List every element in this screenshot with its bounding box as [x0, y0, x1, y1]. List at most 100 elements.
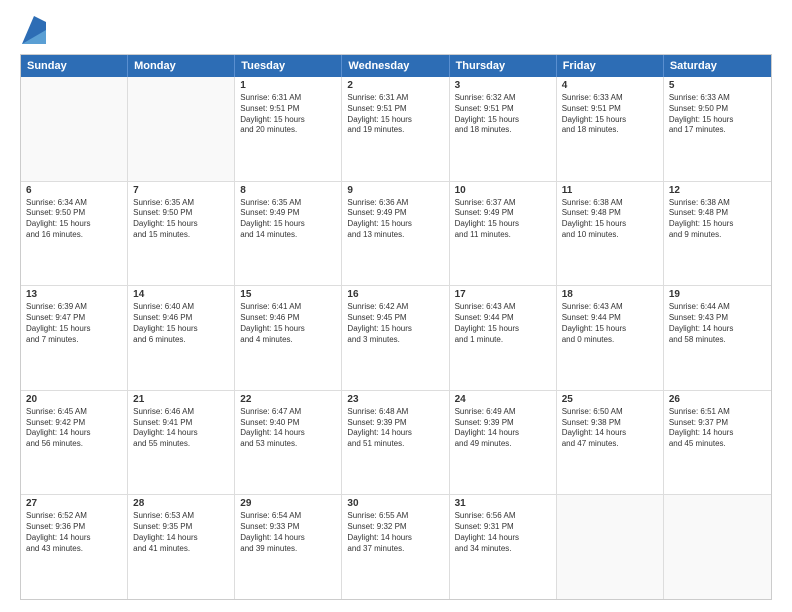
cell-info: Sunrise: 6:47 AM Sunset: 9:40 PM Dayligh… — [240, 407, 336, 450]
day-number: 23 — [347, 394, 443, 405]
calendar-cell-9: 9 Sunrise: 6:36 AM Sunset: 9:49 PM Daylig… — [342, 182, 449, 286]
day-number: 29 — [240, 498, 336, 509]
calendar-row-1: 1 Sunrise: 6:31 AM Sunset: 9:51 PM Daylig… — [21, 77, 771, 182]
day-number: 5 — [669, 80, 766, 91]
calendar-body: 1 Sunrise: 6:31 AM Sunset: 9:51 PM Daylig… — [21, 77, 771, 599]
calendar-cell-7: 7 Sunrise: 6:35 AM Sunset: 9:50 PM Daylig… — [128, 182, 235, 286]
day-number: 6 — [26, 185, 122, 196]
header-day-sunday: Sunday — [21, 55, 128, 77]
header — [20, 16, 772, 44]
cell-info: Sunrise: 6:46 AM Sunset: 9:41 PM Dayligh… — [133, 407, 229, 450]
cell-info: Sunrise: 6:48 AM Sunset: 9:39 PM Dayligh… — [347, 407, 443, 450]
calendar-row-3: 13 Sunrise: 6:39 AM Sunset: 9:47 PM Dayli… — [21, 286, 771, 391]
calendar-cell-20: 20Sunrise: 6:45 AM Sunset: 9:42 PM Dayli… — [21, 391, 128, 495]
calendar-cell-29: 29 Sunrise: 6:54 AM Sunset: 9:33 PM Dayli… — [235, 495, 342, 599]
day-number: 25 — [562, 394, 658, 405]
day-number: 10 — [455, 185, 551, 196]
cell-info: Sunrise: 6:52 AM Sunset: 9:36 PM Dayligh… — [26, 511, 122, 554]
calendar-header: SundayMondayTuesdayWednesdayThursdayFrid… — [21, 55, 771, 77]
calendar-cell-24: 24 Sunrise: 6:49 AM Sunset: 9:39 PM Dayli… — [450, 391, 557, 495]
calendar-cell-14: 14 Sunrise: 6:40 AM Sunset: 9:46 PM Dayli… — [128, 286, 235, 390]
cell-info: Sunrise: 6:49 AM Sunset: 9:39 PM Dayligh… — [455, 407, 551, 450]
day-number: 24 — [455, 394, 551, 405]
day-number: 3 — [455, 80, 551, 91]
cell-info: Sunrise: 6:42 AM Sunset: 9:45 PM Dayligh… — [347, 302, 443, 345]
calendar-cell-5: 5Sunrise: 6:33 AM Sunset: 9:50 PM Daylig… — [664, 77, 771, 181]
cell-info: Sunrise: 6:34 AM Sunset: 9:50 PM Dayligh… — [26, 198, 122, 241]
day-number: 7 — [133, 185, 229, 196]
cell-info: Sunrise: 6:31 AM Sunset: 9:51 PM Dayligh… — [347, 93, 443, 136]
calendar-row-4: 20Sunrise: 6:45 AM Sunset: 9:42 PM Dayli… — [21, 391, 771, 496]
cell-info: Sunrise: 6:39 AM Sunset: 9:47 PM Dayligh… — [26, 302, 122, 345]
cell-info: Sunrise: 6:35 AM Sunset: 9:50 PM Dayligh… — [133, 198, 229, 241]
day-number: 20 — [26, 394, 122, 405]
day-number: 12 — [669, 185, 766, 196]
cell-info: Sunrise: 6:35 AM Sunset: 9:49 PM Dayligh… — [240, 198, 336, 241]
calendar-cell-18: 18 Sunrise: 6:43 AM Sunset: 9:44 PM Dayli… — [557, 286, 664, 390]
cell-info: Sunrise: 6:51 AM Sunset: 9:37 PM Dayligh… — [669, 407, 766, 450]
day-number: 27 — [26, 498, 122, 509]
day-number: 15 — [240, 289, 336, 300]
day-number: 13 — [26, 289, 122, 300]
day-number: 21 — [133, 394, 229, 405]
day-number: 9 — [347, 185, 443, 196]
cell-info: Sunrise: 6:38 AM Sunset: 9:48 PM Dayligh… — [669, 198, 766, 241]
day-number: 26 — [669, 394, 766, 405]
cell-info: Sunrise: 6:43 AM Sunset: 9:44 PM Dayligh… — [562, 302, 658, 345]
calendar-cell-19: 19Sunrise: 6:44 AM Sunset: 9:43 PM Dayli… — [664, 286, 771, 390]
cell-info: Sunrise: 6:36 AM Sunset: 9:49 PM Dayligh… — [347, 198, 443, 241]
calendar-cell-11: 11Sunrise: 6:38 AM Sunset: 9:48 PM Dayli… — [557, 182, 664, 286]
calendar-cell-22: 22Sunrise: 6:47 AM Sunset: 9:40 PM Dayli… — [235, 391, 342, 495]
calendar-cell-26: 26 Sunrise: 6:51 AM Sunset: 9:37 PM Dayli… — [664, 391, 771, 495]
cell-info: Sunrise: 6:41 AM Sunset: 9:46 PM Dayligh… — [240, 302, 336, 345]
cell-info: Sunrise: 6:43 AM Sunset: 9:44 PM Dayligh… — [455, 302, 551, 345]
calendar-cell-13: 13 Sunrise: 6:39 AM Sunset: 9:47 PM Dayli… — [21, 286, 128, 390]
day-number: 28 — [133, 498, 229, 509]
calendar-cell-8: 8Sunrise: 6:35 AM Sunset: 9:49 PM Daylig… — [235, 182, 342, 286]
cell-info: Sunrise: 6:44 AM Sunset: 9:43 PM Dayligh… — [669, 302, 766, 345]
calendar-cell-6: 6 Sunrise: 6:34 AM Sunset: 9:50 PM Daylig… — [21, 182, 128, 286]
day-number: 2 — [347, 80, 443, 91]
calendar-cell-21: 21 Sunrise: 6:46 AM Sunset: 9:41 PM Dayli… — [128, 391, 235, 495]
cell-info: Sunrise: 6:55 AM Sunset: 9:32 PM Dayligh… — [347, 511, 443, 554]
calendar-cell-empty — [557, 495, 664, 599]
day-number: 31 — [455, 498, 551, 509]
day-number: 14 — [133, 289, 229, 300]
cell-info: Sunrise: 6:54 AM Sunset: 9:33 PM Dayligh… — [240, 511, 336, 554]
calendar-row-5: 27 Sunrise: 6:52 AM Sunset: 9:36 PM Dayli… — [21, 495, 771, 599]
calendar-cell-23: 23 Sunrise: 6:48 AM Sunset: 9:39 PM Dayli… — [342, 391, 449, 495]
calendar-cell-15: 15 Sunrise: 6:41 AM Sunset: 9:46 PM Dayli… — [235, 286, 342, 390]
calendar-cell-4: 4Sunrise: 6:33 AM Sunset: 9:51 PM Daylig… — [557, 77, 664, 181]
calendar-cell-3: 3Sunrise: 6:32 AM Sunset: 9:51 PM Daylig… — [450, 77, 557, 181]
cell-info: Sunrise: 6:53 AM Sunset: 9:35 PM Dayligh… — [133, 511, 229, 554]
logo-icon — [22, 16, 46, 44]
calendar-cell-10: 10Sunrise: 6:37 AM Sunset: 9:49 PM Dayli… — [450, 182, 557, 286]
calendar-cell-empty — [21, 77, 128, 181]
day-number: 11 — [562, 185, 658, 196]
calendar-cell-31: 31 Sunrise: 6:56 AM Sunset: 9:31 PM Dayli… — [450, 495, 557, 599]
header-day-tuesday: Tuesday — [235, 55, 342, 77]
day-number: 17 — [455, 289, 551, 300]
page: SundayMondayTuesdayWednesdayThursdayFrid… — [0, 0, 792, 612]
calendar-cell-17: 17 Sunrise: 6:43 AM Sunset: 9:44 PM Dayli… — [450, 286, 557, 390]
cell-info: Sunrise: 6:56 AM Sunset: 9:31 PM Dayligh… — [455, 511, 551, 554]
day-number: 4 — [562, 80, 658, 91]
header-day-monday: Monday — [128, 55, 235, 77]
day-number: 18 — [562, 289, 658, 300]
calendar-row-2: 6 Sunrise: 6:34 AM Sunset: 9:50 PM Daylig… — [21, 182, 771, 287]
cell-info: Sunrise: 6:31 AM Sunset: 9:51 PM Dayligh… — [240, 93, 336, 136]
day-number: 30 — [347, 498, 443, 509]
calendar-cell-2: 2 Sunrise: 6:31 AM Sunset: 9:51 PM Daylig… — [342, 77, 449, 181]
calendar-cell-28: 28 Sunrise: 6:53 AM Sunset: 9:35 PM Dayli… — [128, 495, 235, 599]
logo — [20, 16, 46, 44]
calendar-cell-25: 25Sunrise: 6:50 AM Sunset: 9:38 PM Dayli… — [557, 391, 664, 495]
calendar-cell-27: 27 Sunrise: 6:52 AM Sunset: 9:36 PM Dayli… — [21, 495, 128, 599]
header-day-saturday: Saturday — [664, 55, 771, 77]
calendar: SundayMondayTuesdayWednesdayThursdayFrid… — [20, 54, 772, 600]
calendar-cell-12: 12 Sunrise: 6:38 AM Sunset: 9:48 PM Dayli… — [664, 182, 771, 286]
calendar-cell-empty — [664, 495, 771, 599]
day-number: 16 — [347, 289, 443, 300]
day-number: 1 — [240, 80, 336, 91]
calendar-cell-30: 30 Sunrise: 6:55 AM Sunset: 9:32 PM Dayli… — [342, 495, 449, 599]
cell-info: Sunrise: 6:40 AM Sunset: 9:46 PM Dayligh… — [133, 302, 229, 345]
